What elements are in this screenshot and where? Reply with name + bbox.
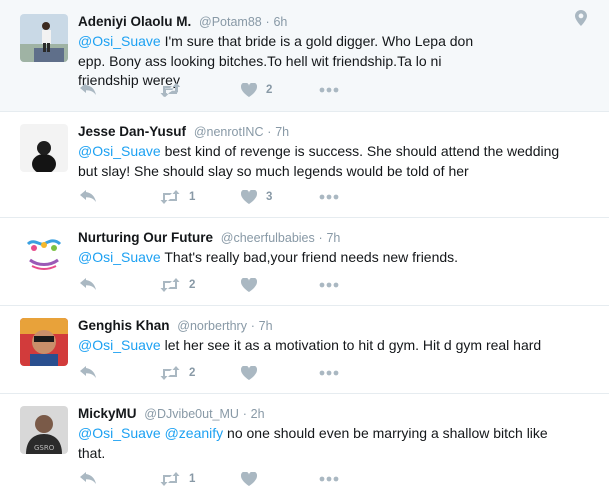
tweet-feed: Adeniyi Olaolu M. @Potam88 · 6h @Osi_Sua… <box>0 0 609 499</box>
timestamp[interactable]: 7h <box>326 231 340 245</box>
mention-link[interactable]: @zeanify <box>165 425 224 441</box>
separator: · <box>318 231 323 245</box>
avatar[interactable] <box>20 230 68 278</box>
retweet-button[interactable]: 1 <box>160 187 195 207</box>
location-pin-icon[interactable] <box>575 10 587 31</box>
svg-text:GSRO: GSRO <box>34 444 55 452</box>
timestamp[interactable]: 6h <box>273 15 287 29</box>
retweet-icon <box>160 190 180 204</box>
display-name[interactable]: MickyMU <box>78 406 137 421</box>
more-icon[interactable] <box>319 363 339 383</box>
like-button[interactable] <box>241 363 266 383</box>
separator: · <box>267 125 272 139</box>
tweet[interactable]: Jesse Dan-Yusuf @nenrotINC · 7h @Osi_Sua… <box>0 112 609 218</box>
user-handle[interactable]: @DJvibe0ut_MU <box>144 407 239 421</box>
reply-icon[interactable] <box>80 363 96 383</box>
reply-icon[interactable] <box>80 80 96 100</box>
reply-icon[interactable] <box>80 469 96 489</box>
heart-icon <box>241 472 257 486</box>
like-count: 3 <box>266 191 273 203</box>
tweet[interactable]: Nurturing Our Future @cheerfulbabies · 7… <box>0 218 609 306</box>
reply-icon[interactable] <box>80 187 96 207</box>
tweet[interactable]: GSRO MickyMU @DJvibe0ut_MU · 2h @Osi_Sua… <box>0 394 609 499</box>
tweet-actions: 1 <box>78 469 358 489</box>
avatar[interactable]: GSRO <box>20 406 68 454</box>
like-button[interactable] <box>241 275 266 295</box>
avatar[interactable] <box>20 318 68 366</box>
display-name[interactable]: Jesse Dan-Yusuf <box>78 124 186 139</box>
separator: · <box>250 319 255 333</box>
like-button[interactable]: 2 <box>241 80 272 100</box>
reply-icon[interactable] <box>80 275 96 295</box>
tweet-text: @Osi_Suave @zeanify no one should even b… <box>78 424 568 463</box>
retweet-icon <box>160 278 180 292</box>
user-handle[interactable]: @norberthry <box>177 319 247 333</box>
tweet-body: let her see it as a motivation to hit d … <box>160 337 542 353</box>
tweet-actions: 1 3 <box>78 187 358 207</box>
mention-link[interactable]: @Osi_Suave <box>78 143 161 159</box>
retweet-icon <box>160 472 180 486</box>
retweet-count: 1 <box>189 191 196 203</box>
user-handle[interactable]: @nenrotINC <box>194 125 264 139</box>
like-count: 2 <box>266 84 273 96</box>
mention-link[interactable]: @Osi_Suave <box>78 33 161 49</box>
mention-link[interactable]: @Osi_Suave <box>78 337 161 353</box>
user-handle[interactable]: @cheerfulbabies <box>221 231 315 245</box>
timestamp[interactable]: 7h <box>275 125 289 139</box>
retweet-button[interactable]: 2 <box>160 275 195 295</box>
retweet-button[interactable]: 2 <box>160 363 195 383</box>
tweet-actions: 2 <box>78 275 358 295</box>
more-icon[interactable] <box>319 80 339 100</box>
tweet[interactable]: Adeniyi Olaolu M. @Potam88 · 6h @Osi_Sua… <box>0 0 609 112</box>
tweet-text: @Osi_Suave That's really bad,your friend… <box>78 248 578 268</box>
tweet-text: @Osi_Suave let her see it as a motivatio… <box>78 336 583 356</box>
avatar[interactable] <box>20 124 68 172</box>
avatar[interactable] <box>20 14 68 62</box>
retweet-count: 2 <box>189 279 196 291</box>
tweet-text: @Osi_Suave best kind of revenge is succe… <box>78 142 573 181</box>
heart-icon <box>241 366 257 380</box>
more-icon[interactable] <box>319 469 339 489</box>
like-button[interactable] <box>241 469 266 489</box>
retweet-button[interactable] <box>160 80 189 100</box>
timestamp[interactable]: 7h <box>259 319 273 333</box>
retweet-icon <box>160 83 180 97</box>
retweet-icon <box>160 366 180 380</box>
tweet-actions: 2 <box>78 80 358 100</box>
display-name[interactable]: Genghis Khan <box>78 318 170 333</box>
more-icon[interactable] <box>319 187 339 207</box>
retweet-count: 2 <box>189 367 196 379</box>
mention-link[interactable]: @Osi_Suave <box>78 249 161 265</box>
mention-link[interactable]: @Osi_Suave <box>78 425 161 441</box>
heart-icon <box>241 190 257 204</box>
tweet-actions: 2 <box>78 363 358 383</box>
more-icon[interactable] <box>319 275 339 295</box>
tweet-body: That's really bad,your friend needs new … <box>160 249 459 265</box>
display-name[interactable]: Adeniyi Olaolu M. <box>78 14 191 29</box>
timestamp[interactable]: 2h <box>251 407 265 421</box>
retweet-button[interactable]: 1 <box>160 469 195 489</box>
heart-icon <box>241 83 257 97</box>
separator: · <box>242 407 247 421</box>
tweet[interactable]: Genghis Khan @norberthry · 7h @Osi_Suave… <box>0 306 609 394</box>
like-button[interactable]: 3 <box>241 187 272 207</box>
separator: · <box>265 15 270 29</box>
display-name[interactable]: Nurturing Our Future <box>78 230 213 245</box>
heart-icon <box>241 278 257 292</box>
retweet-count: 1 <box>189 473 196 485</box>
user-handle[interactable]: @Potam88 <box>199 15 262 29</box>
